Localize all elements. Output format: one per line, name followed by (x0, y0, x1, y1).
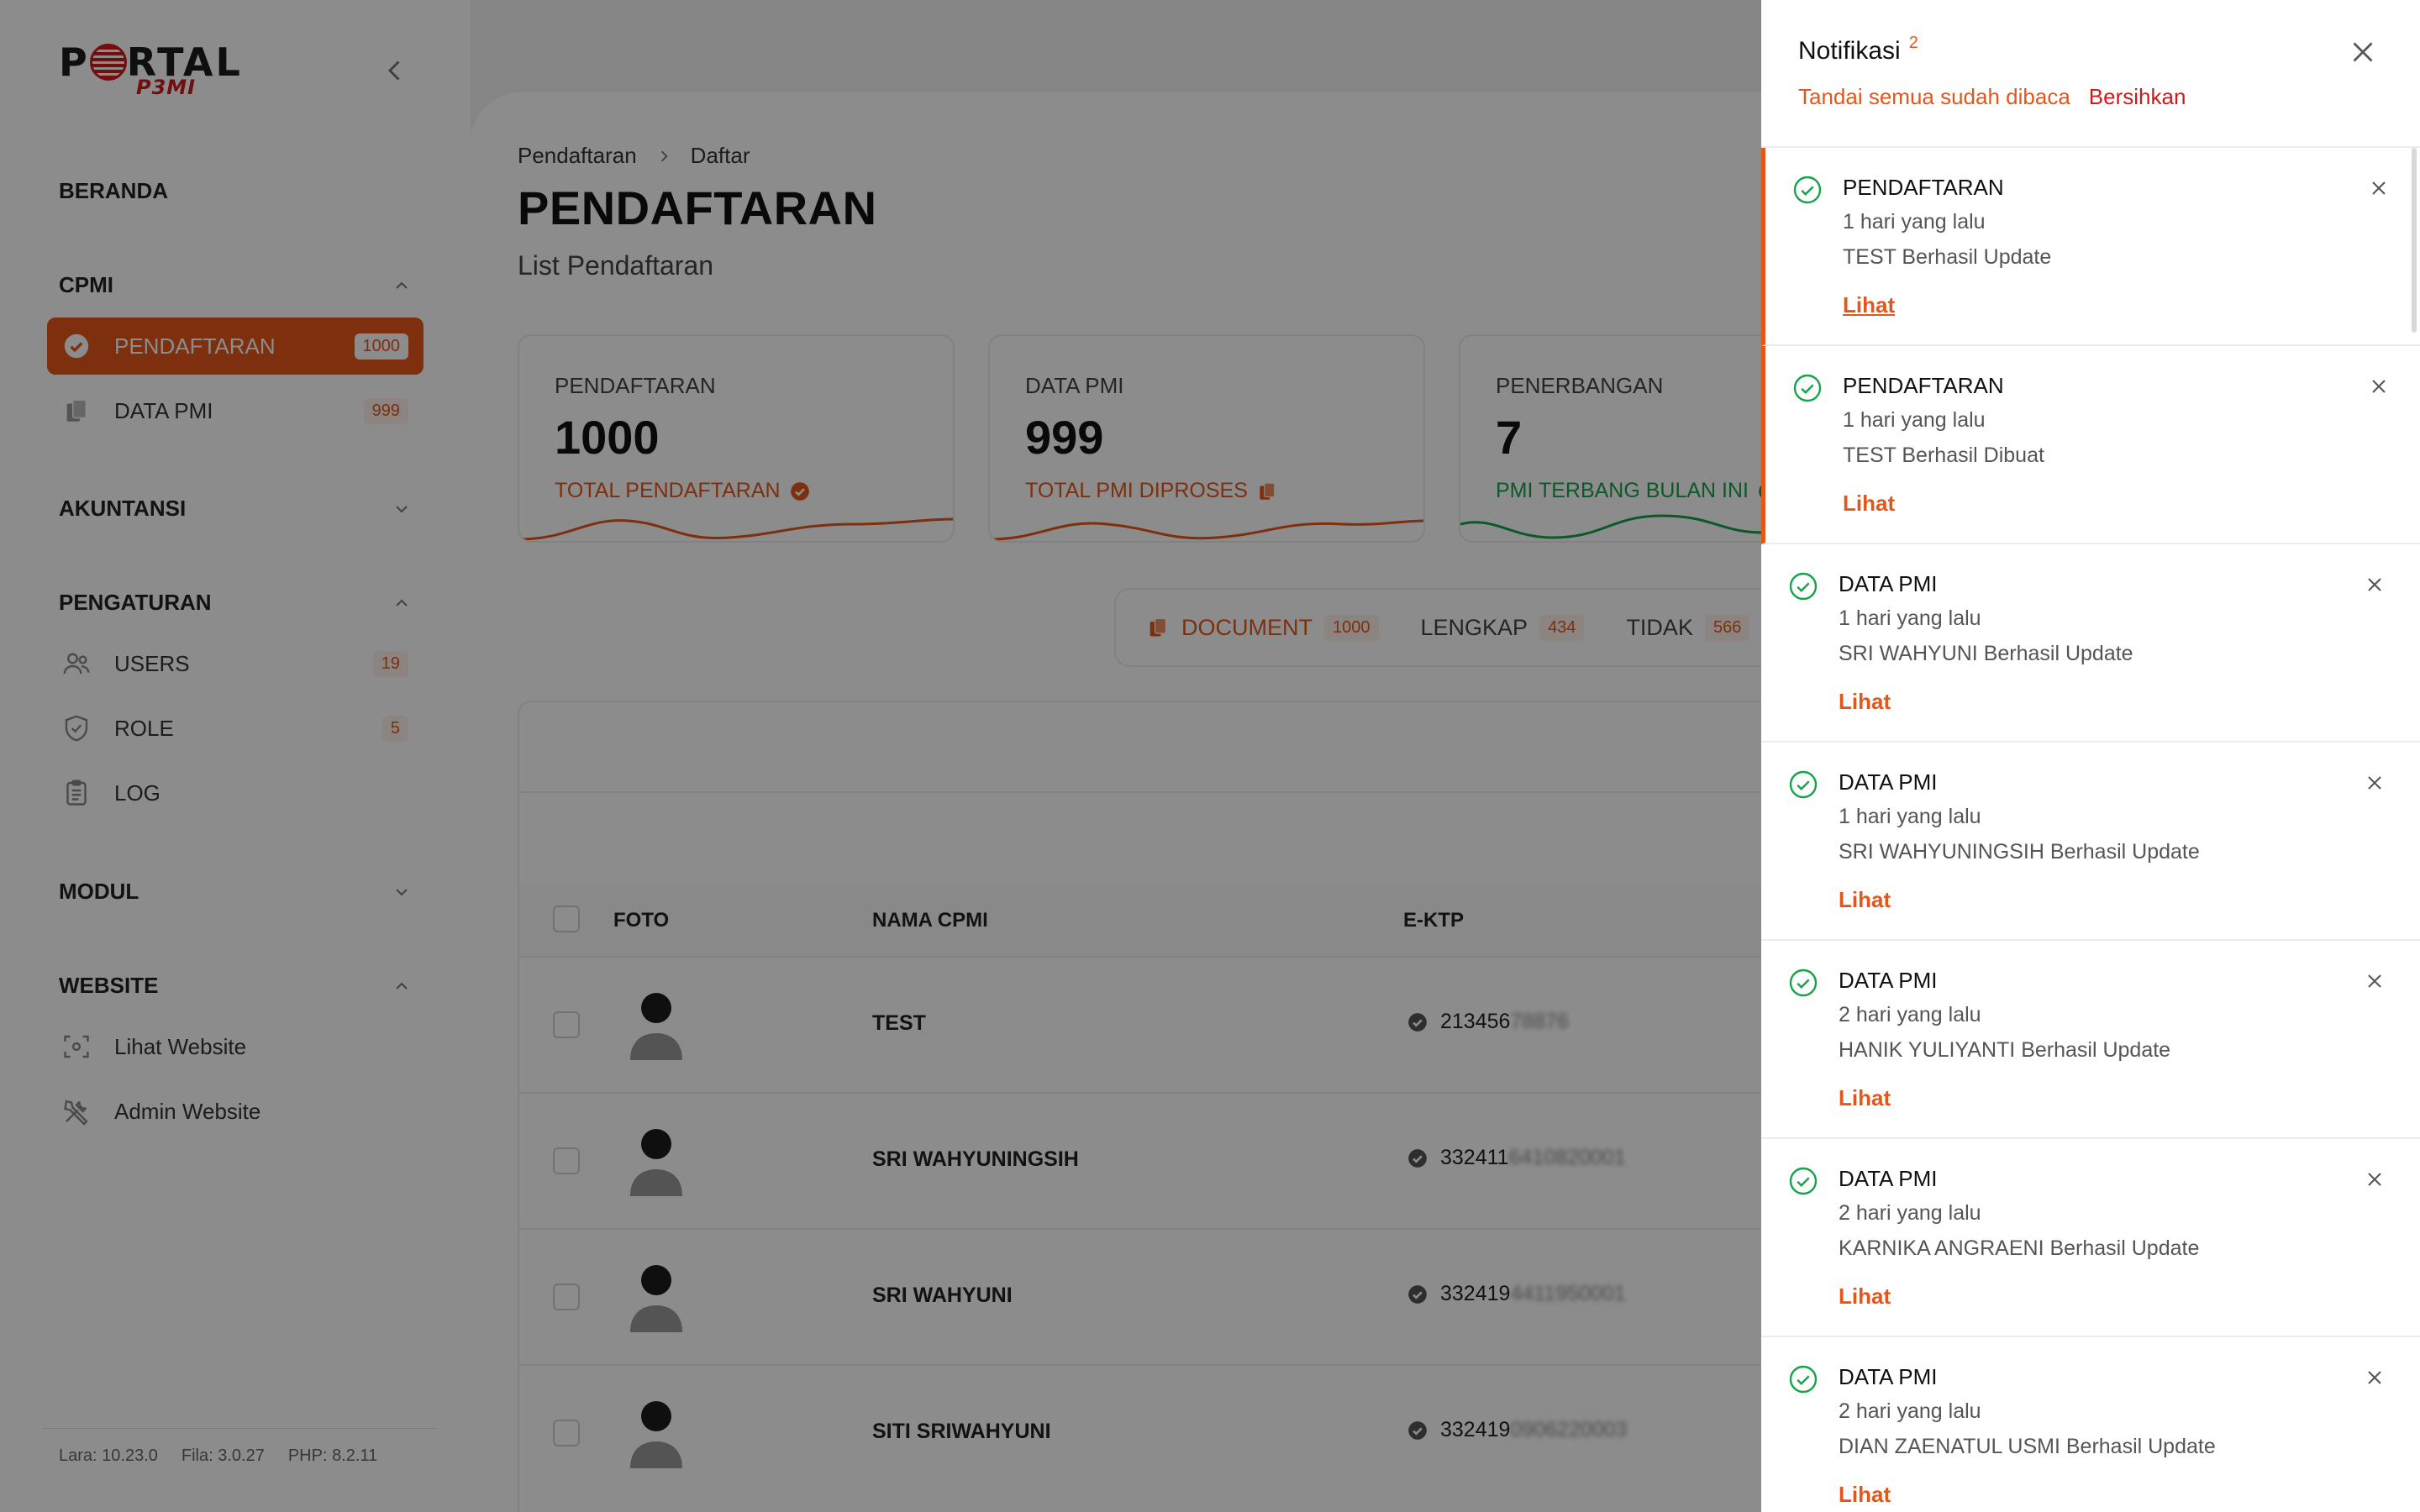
notification-time: 1 hari yang lalu (1839, 805, 1981, 828)
dismiss-icon[interactable] (2363, 969, 2386, 993)
notification-message: SRI WAHYUNI Berhasil Update (1839, 642, 2133, 665)
notification-item[interactable]: DATA PMI 2 hari yang lalu DIAN ZAENATUL US… (1761, 1337, 2420, 1512)
check-circle-icon (1789, 969, 1818, 997)
close-icon[interactable] (2348, 37, 2378, 67)
notification-item[interactable]: PENDAFTARAN 1 hari yang lalu TEST Berhasil… (1761, 148, 2420, 346)
view-notification-link[interactable]: Lihat (1839, 1482, 1891, 1508)
drawer-title: Notifikasi (1798, 37, 1901, 65)
check-circle-icon (1789, 1365, 1818, 1394)
notification-time: 2 hari yang lalu (1839, 1201, 1981, 1225)
view-notification-link[interactable]: Lihat (1839, 887, 1891, 913)
notification-time: 1 hari yang lalu (1843, 210, 1986, 234)
view-notification-link[interactable]: Lihat (1839, 689, 1891, 715)
dismiss-icon[interactable] (2367, 375, 2391, 398)
drawer-scrollbar[interactable] (2412, 148, 2417, 333)
notification-title: DATA PMI (1839, 1166, 1938, 1191)
notification-time: 1 hari yang lalu (1839, 606, 1981, 630)
unread-count-badge: 2 (1908, 34, 1918, 52)
notification-item[interactable]: DATA PMI 1 hari yang lalu SRI WAHYUNINGSIH… (1761, 743, 2420, 941)
notification-message: SRI WAHYUNINGSIH Berhasil Update (1839, 840, 2200, 864)
notification-title: PENDAFTARAN (1843, 175, 2004, 200)
view-notification-link[interactable]: Lihat (1839, 1085, 1891, 1111)
notification-time: 2 hari yang lalu (1839, 1003, 1981, 1026)
clear-all-link[interactable]: Bersihkan (2089, 84, 2186, 110)
notification-title: DATA PMI (1839, 1364, 1938, 1389)
mark-all-read-link[interactable]: Tandai semua sudah dibaca (1798, 84, 2070, 110)
dismiss-icon[interactable] (2363, 1168, 2386, 1191)
check-circle-icon (1789, 770, 1818, 799)
check-circle-icon (1789, 1167, 1818, 1195)
notification-item[interactable]: DATA PMI 1 hari yang lalu SRI WAHYUNI Berh… (1761, 544, 2420, 743)
notification-time: 1 hari yang lalu (1843, 408, 1986, 432)
view-notification-link[interactable]: Lihat (1843, 292, 1895, 318)
notification-item[interactable]: DATA PMI 2 hari yang lalu KARNIKA ANGRAENI… (1761, 1139, 2420, 1337)
notification-message: TEST Berhasil Dibuat (1843, 444, 2044, 467)
dismiss-icon[interactable] (2363, 1366, 2386, 1389)
notification-item[interactable]: DATA PMI 2 hari yang lalu HANIK YULIYANTI … (1761, 941, 2420, 1139)
dismiss-icon[interactable] (2363, 573, 2386, 596)
view-notification-link[interactable]: Lihat (1839, 1284, 1891, 1310)
view-notification-link[interactable]: Lihat (1843, 491, 1895, 517)
notification-item[interactable]: PENDAFTARAN 1 hari yang lalu TEST Berhasil… (1761, 346, 2420, 544)
check-circle-icon (1793, 374, 1822, 402)
notification-title: PENDAFTARAN (1843, 373, 2004, 398)
dismiss-icon[interactable] (2367, 176, 2391, 200)
drawer-heading: Notifikasi 2 (1798, 34, 1918, 66)
notification-title: DATA PMI (1839, 968, 1938, 993)
notification-time: 2 hari yang lalu (1839, 1399, 1981, 1423)
notification-message: HANIK YULIYANTI Berhasil Update (1839, 1038, 2171, 1062)
notification-title: DATA PMI (1839, 571, 1938, 596)
check-circle-icon (1789, 572, 1818, 601)
notification-message: DIAN ZAENATUL USMI Berhasil Update (1839, 1435, 2216, 1458)
drawer-actions: Tandai semua sudah dibaca Bersihkan (1798, 84, 2186, 110)
notification-message: KARNIKA ANGRAENI Berhasil Update (1839, 1236, 2200, 1260)
dismiss-icon[interactable] (2363, 771, 2386, 795)
notification-title: DATA PMI (1839, 769, 1938, 795)
check-circle-icon (1793, 176, 1822, 204)
notification-message: TEST Berhasil Update (1843, 245, 2052, 269)
notification-drawer: Notifikasi 2 Tandai semua sudah dibaca B… (1761, 0, 2420, 1512)
